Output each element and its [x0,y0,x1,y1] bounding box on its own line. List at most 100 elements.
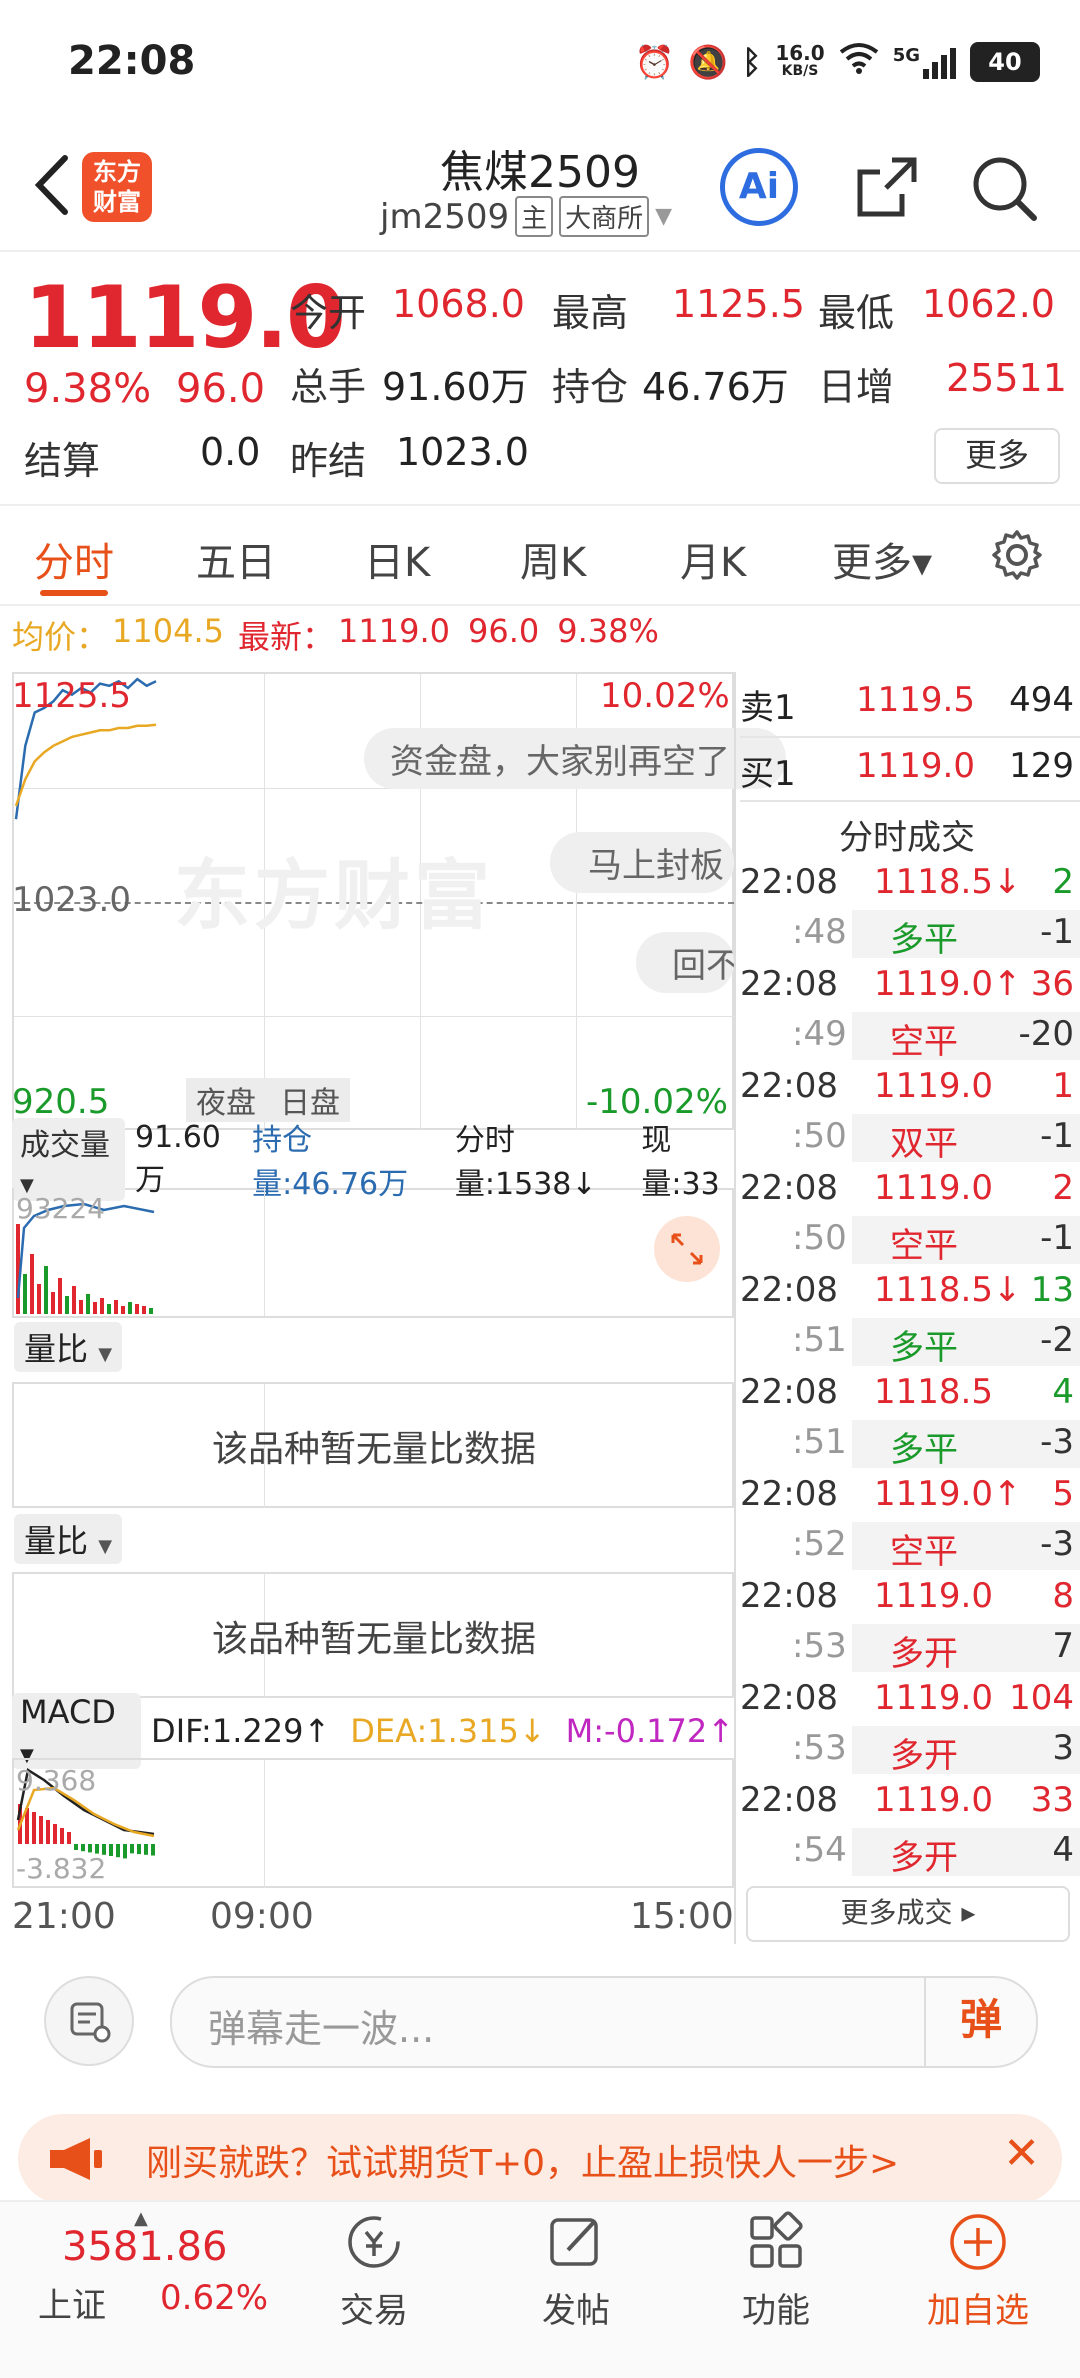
trade-price: 1118.5↓ [874,862,1022,902]
index-value[interactable]: 3581.86 [62,2224,227,2270]
index-pct: 0.62% [160,2278,269,2318]
net-speed-unit: KB/S [781,63,819,79]
buy-1-label: 买1 [740,754,796,794]
more-trades-button[interactable]: 更多成交 ▸ [746,1886,1070,1942]
nav-functions-label: 功能 [742,2291,810,2331]
danmu-bubble: 回不 [636,932,734,993]
trade-row: 22:08 1119.0 2 [740,1168,1074,1216]
tab-daily-k[interactable]: 日K [364,530,430,588]
ratio-selector-2[interactable]: 量比 ▼ [14,1514,123,1564]
danmu-send-button[interactable]: 弹 [924,1978,1036,2066]
trade-seconds: :54 [792,1830,847,1870]
volume-max-label: 93224 [16,1192,106,1225]
trade-delta: 3 [1052,1728,1074,1768]
macd-dif: DIF:1.229↑ [151,1712,331,1750]
trade-delta: -3 [1040,1524,1074,1564]
open-label: 今开 [290,291,367,335]
nav-post[interactable]: 发帖 [506,2210,646,2332]
ratio-panel-1: 该品种暂无量比数据 [12,1382,734,1508]
change-pct: 9.38% [24,366,152,412]
volume-selector-label: 成交量 [20,1127,110,1163]
volume-bar [93,1302,97,1314]
chart-max-pct: 10.02% [600,676,730,716]
trade-detail-row: :53 多开 3 [740,1728,1074,1776]
expand-icon[interactable] [654,1216,720,1282]
trade-type: 空平 [890,1532,958,1572]
signal-icon: 5G [893,45,956,79]
tab-five-day[interactable]: 五日 [196,530,276,588]
macd-bar [81,1844,85,1852]
macd-bar [151,1844,155,1856]
ratio-empty-text: 该品种暂无量比数据 [211,1619,536,1660]
volume-bar [23,1274,27,1314]
trade-price: 1119.0 [874,1678,993,1718]
trade-row: 22:08 1118.5↓ 13 [740,1270,1074,1318]
buy-1-price: 1119.0 [856,746,975,786]
nav-add-watch[interactable]: 加自选 [908,2210,1048,2332]
gear-icon[interactable] [990,528,1044,582]
trade-type: 空平 [890,1022,958,1062]
avg-value: 1104.5 [112,612,224,650]
tab-monthly-k[interactable]: 月K [680,530,746,588]
time-axis-mid: 09:00 [210,1896,314,1937]
chart-max-label: 1125.5 [12,676,131,716]
promo-text: 刚买就跌？试试期货T+0，止盈止损快人一步> [146,2143,900,2184]
night-session-tag[interactable]: 夜盘 [196,1078,256,1122]
bluetooth-icon: ᛒ [742,43,762,81]
low-label: 最低 [818,291,895,335]
trade-price: 1118.5 [874,1372,993,1412]
nav-functions[interactable]: 功能 [706,2210,846,2332]
volume-header: 成交量 ▼ 91.60万 持仓量:46.76万 分时量:1538↓ 现量:33 [12,1117,734,1202]
macd-bar [60,1828,64,1844]
sell-1-row: 卖1 1119.5 494 [740,680,1074,740]
macd-bar [32,1812,36,1844]
avg-label: 均价： [12,618,109,656]
trade-seconds: :48 [792,912,847,952]
danmu-settings-icon[interactable] [44,1976,134,2066]
macd-chart[interactable]: 9.368 -3.832 [12,1758,734,1888]
trade-delta: -3 [1040,1422,1074,1462]
contract-subtitle[interactable]: jm2509 主 大商所 ▼ [380,196,672,237]
nav-trade[interactable]: 交易 [304,2210,444,2332]
trade-qty: 4 [1052,1372,1074,1412]
sell-1-label: 卖1 [740,688,796,728]
nav-post-label: 发帖 [542,2291,610,2331]
status-bar: 22:08 ⏰ 🔕 ᛒ 16.0 KB/S 5G 40 [0,0,1080,120]
trade-delta: -20 [1018,1014,1074,1054]
share-icon[interactable] [852,152,922,222]
search-icon[interactable] [968,152,1040,224]
tab-more[interactable]: 更多▾ [832,530,932,588]
tab-intraday[interactable]: 分时 [34,530,114,588]
trade-qty: 1 [1052,1066,1074,1106]
trade-delta: 4 [1052,1830,1074,1870]
macd-bar [123,1844,127,1859]
trade-price: 1119.0 [874,1066,993,1106]
clock: 22:08 [68,38,196,84]
tab-weekly-k[interactable]: 周K [520,530,586,588]
volume-bar [142,1306,146,1314]
trade-type: 多平 [890,920,958,960]
chart-min-label: 920.5 [12,1082,110,1122]
oi-value: 46.76万 [642,365,789,409]
ai-button[interactable]: Ai [720,148,798,226]
ratio-selector-1[interactable]: 量比 ▼ [14,1322,123,1372]
volume-chart[interactable]: 93224 [12,1188,734,1318]
volume-bar [37,1284,41,1314]
danmu-input[interactable]: 弹幕走一波... 弹 [170,1976,1038,2068]
close-icon[interactable]: ✕ [1003,2128,1040,2179]
trade-seconds: :53 [792,1626,847,1666]
trade-price: 1119.0↑ [874,1474,1022,1514]
macd-bar [53,1824,57,1844]
trade-type: 多平 [890,1328,958,1368]
trade-time: 22:08 [740,1576,838,1616]
promo-banner[interactable]: 刚买就跌？试试期货T+0，止盈止损快人一步> ✕ [18,2114,1062,2204]
trade-delta: 7 [1052,1626,1074,1666]
trade-detail-row: :54 多开 4 [740,1830,1074,1878]
more-quote-button[interactable]: 更多 [934,428,1060,484]
volume-bar [65,1296,69,1314]
buy-1-row: 买1 1119.0 129 [740,746,1074,806]
volume-bar [135,1304,139,1314]
high-label: 最高 [552,291,629,335]
macd-bar [109,1844,113,1856]
macd-dea: DEA:1.315↓ [350,1712,546,1750]
